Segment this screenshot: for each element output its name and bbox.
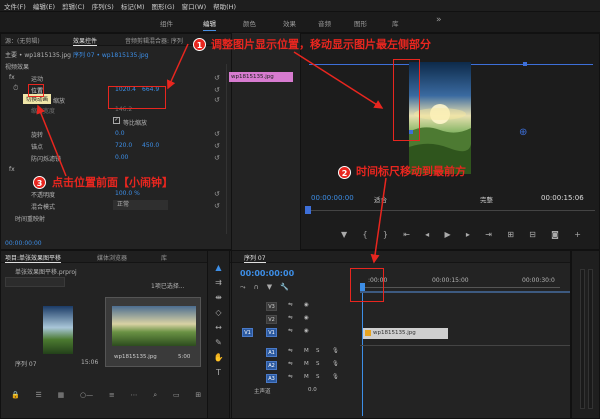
annotation-number: 3 xyxy=(33,176,46,189)
annotation-text: 点击位置前面【小闹钟】 xyxy=(52,176,173,189)
annotation-number: 1 xyxy=(193,38,206,51)
annotation-arrows xyxy=(36,43,387,264)
annotation-text: 时间标尺移动到最前方 xyxy=(356,165,466,178)
annotation-text: 调整图片显示位置，移动显示图片最左侧部分 xyxy=(211,38,431,51)
annotation-number: 2 xyxy=(338,166,351,179)
